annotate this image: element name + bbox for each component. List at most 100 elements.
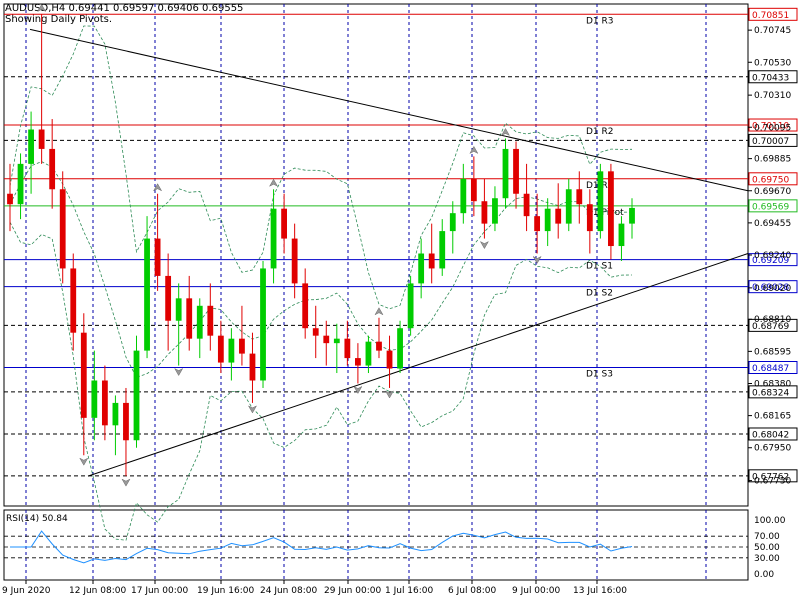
upper-trendline [29, 28, 749, 192]
candle [333, 323, 340, 374]
rsi-indicator: 100.00 70.0050.0030.00 0.00 [4, 516, 786, 580]
price-tick-label: 0.68595 [754, 347, 791, 357]
candle [249, 332, 256, 403]
time-tick-label: 17 Jun 00:00 [131, 586, 188, 596]
fractal-down-marker [353, 385, 363, 394]
price-level-label: 0.70007 [752, 137, 789, 147]
candle [449, 201, 456, 254]
candle [534, 193, 541, 254]
time-tick-label: 19 Jun 16:00 [197, 586, 254, 596]
rsi-tick-label: 70.00 [754, 532, 780, 542]
pivot-name-label: D1 S2 [586, 289, 613, 299]
fractal-down-marker [79, 457, 89, 466]
price-tick-label: 0.69020 [754, 284, 791, 294]
candle [38, 14, 45, 164]
pivot-name-label: D1 S3 [586, 370, 613, 380]
price-tick-label: 0.70530 [754, 58, 791, 68]
candle [502, 138, 509, 209]
candle [397, 320, 403, 374]
candle [17, 153, 24, 220]
candle [70, 253, 77, 351]
candle [312, 305, 319, 359]
candle [629, 198, 635, 239]
candle [154, 193, 161, 291]
fractal-up-marker [37, 3, 47, 13]
price-level-label: 0.68042 [752, 430, 789, 440]
price-tick-label: 0.68380 [754, 379, 791, 389]
envelope-bands [9, 25, 633, 541]
candle [428, 223, 435, 284]
candle [565, 178, 572, 232]
time-tick-label: 9 Jun 2020 [2, 586, 51, 596]
candle [217, 320, 224, 374]
candle [165, 253, 172, 351]
fractal-up-marker [268, 178, 279, 187]
candlestick-series [7, 14, 635, 477]
price-tick-label: 0.70745 [754, 26, 791, 36]
candle [239, 305, 245, 366]
candle [407, 275, 414, 336]
fractal-down-marker [247, 405, 258, 414]
fractal-up-marker [469, 145, 479, 154]
candle [281, 193, 288, 254]
rsi-label: RSI(14) 50.84 [6, 514, 68, 524]
band-middle [9, 161, 633, 378]
candle [608, 163, 614, 260]
candle [344, 320, 351, 366]
candle [260, 260, 266, 388]
candle [133, 335, 140, 448]
candle [555, 183, 562, 239]
price-level-label: 0.70433 [752, 73, 789, 83]
candle [175, 283, 182, 366]
rsi-tick-label: 50.00 [754, 543, 780, 553]
price-tick-label: 0.69240 [754, 251, 791, 261]
chart-canvas[interactable]: 0.704330.700070.687690.683240.680420.677… [0, 0, 800, 600]
time-tick-label: 13 Jul 16:00 [573, 586, 627, 596]
price-tick-label: 0.67730 [754, 477, 791, 487]
time-tick-label: 1 Jul 16:00 [385, 586, 434, 596]
pivot-name-label: D1 R2 [586, 127, 614, 137]
candle [523, 163, 530, 232]
candle [492, 186, 498, 232]
candle [28, 111, 34, 194]
candle [49, 119, 56, 209]
candle [207, 283, 214, 351]
fractal-down-marker [121, 478, 131, 487]
pivot-name-label: D1 S1 [586, 262, 613, 272]
price-tick-label: 0.69455 [754, 219, 791, 229]
time-tick-label: 6 Jul 08:00 [448, 586, 497, 596]
candle [101, 365, 108, 441]
price-tick-label: 0.70095 [754, 123, 791, 133]
pivot-price-label: 0.68487 [752, 364, 789, 374]
candle [323, 320, 330, 366]
rsi-plot-frame [3, 509, 749, 581]
rsi-tick-label: 30.00 [754, 554, 780, 564]
candle [439, 219, 446, 276]
candle [418, 238, 425, 299]
candle [91, 350, 98, 441]
price-level-label: 0.68324 [752, 388, 789, 398]
price-tick-label: 0.70310 [754, 91, 791, 101]
fractal-down-marker [174, 367, 184, 377]
pivot-price-label: 0.70851 [752, 11, 789, 21]
candle [376, 317, 382, 359]
time-tick-label: 29 Jun 00:00 [324, 586, 381, 596]
candle [144, 216, 150, 359]
pivot-levels: 0.704330.700070.687690.683240.680420.677… [4, 7, 798, 483]
price-tick-label: 0.67950 [754, 444, 791, 454]
price-tick-label: 0.69670 [754, 187, 791, 197]
time-tick-label: 9 Jul 00:00 [512, 586, 561, 596]
time-tick-label: 24 Jun 08:00 [260, 586, 317, 596]
candle [618, 216, 625, 261]
price-tick-label: 0.69885 [754, 155, 791, 165]
pivot-price-label: 0.69750 [752, 175, 789, 185]
candle [354, 343, 361, 384]
pivot-price-label: 0.69569 [752, 202, 789, 212]
time-axis: 9 Jun 2020 12 Jun 08:00 17 Jun 00:00 19 Jun… [2, 580, 627, 596]
candle [586, 189, 593, 254]
price-tick-label: 0.68165 [754, 412, 791, 422]
candle [228, 328, 235, 381]
price-axis: 0.70745 0.70530 0.70310 0.70095 0.69885 0.696… [748, 26, 791, 487]
candle [302, 268, 309, 339]
candle [196, 298, 203, 359]
